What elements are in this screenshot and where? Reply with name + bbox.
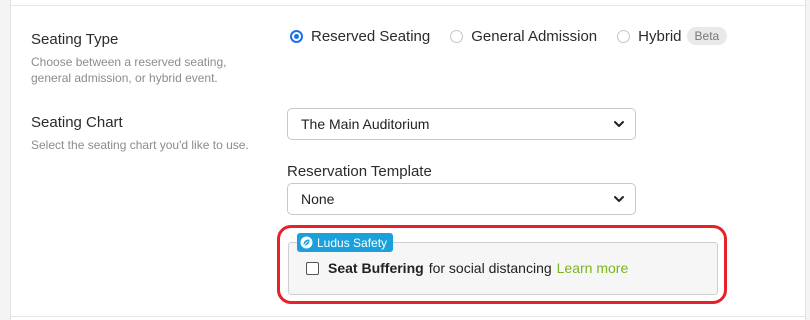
seat-buffering-label: Seat Buffering <box>328 260 424 276</box>
radio-button-checked[interactable] <box>290 29 303 43</box>
seating-chart-title: Seating Chart <box>31 114 123 131</box>
seat-buffering-row: Seat Buffering for social distancing Lea… <box>306 260 628 276</box>
seat-buffering-checkbox[interactable] <box>306 261 319 275</box>
ludus-safety-tag-label: Ludus Safety <box>317 235 388 250</box>
beta-badge: Beta <box>686 27 728 45</box>
seating-type-help: Choose between a reserved seating, gener… <box>31 55 227 85</box>
radio-label-general: General Admission <box>471 27 598 45</box>
reservation-template-label: Reservation Template <box>287 163 432 180</box>
radio-general-admission[interactable]: General Admission <box>450 28 597 45</box>
seating-type-radio-group: Reserved Seating General Admission Hybri… <box>290 26 747 46</box>
bottom-divider <box>11 316 805 317</box>
radio-button[interactable] <box>617 29 631 43</box>
chevron-down-icon <box>614 196 624 202</box>
seating-chart-help: Select the seating chart you'd like to u… <box>31 138 249 152</box>
radio-hybrid[interactable]: Hybrid Beta <box>617 27 728 45</box>
reservation-template-select[interactable]: None <box>287 183 636 215</box>
seating-type-title: Seating Type <box>31 31 119 48</box>
radio-reserved-seating[interactable]: Reserved Seating <box>290 28 430 45</box>
top-divider <box>11 5 805 6</box>
right-frame-border <box>805 0 810 320</box>
radio-label-reserved: Reserved Seating <box>311 27 431 45</box>
shield-leaf-icon <box>300 236 313 249</box>
seat-buffering-description: for social distancing <box>428 260 552 276</box>
radio-label-hybrid: Hybrid <box>638 27 682 45</box>
seating-chart-select[interactable]: The Main Auditorium <box>287 108 636 140</box>
reservation-template-selected-value: None <box>301 191 335 207</box>
left-frame-border <box>0 0 11 320</box>
ludus-safety-tag: Ludus Safety <box>297 233 394 252</box>
seating-chart-selected-value: The Main Auditorium <box>301 116 430 132</box>
radio-button[interactable] <box>450 29 464 43</box>
learn-more-link[interactable]: Learn more <box>557 260 629 276</box>
chevron-down-icon <box>614 121 624 127</box>
